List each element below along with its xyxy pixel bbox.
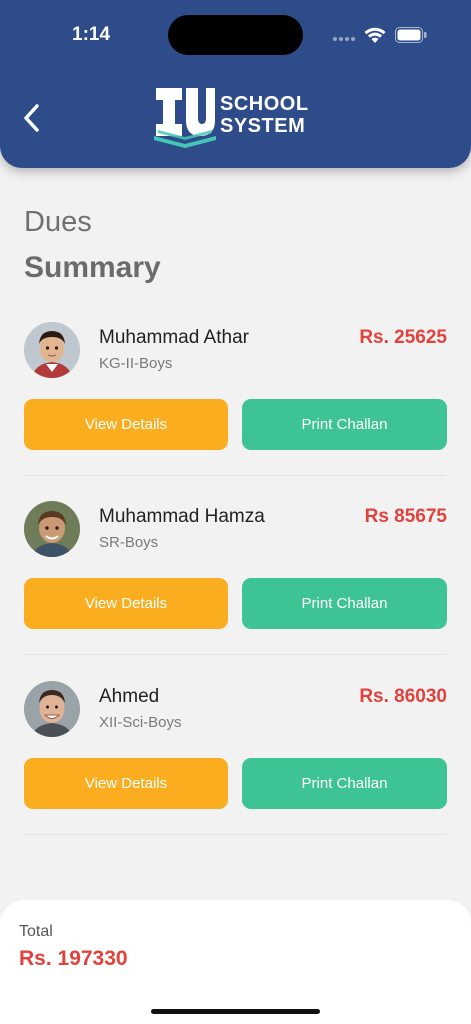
- student-class: KG-II-Boys: [99, 355, 173, 372]
- logo-wordmark: SCHOOL SYSTEM: [220, 93, 309, 137]
- student-card: Muhammad Hamza SR-Boys Rs 85675 View Det…: [24, 500, 447, 660]
- print-challan-button[interactable]: Print Challan: [242, 758, 447, 809]
- battery-icon: [395, 27, 427, 43]
- divider: [24, 475, 447, 476]
- home-indicator[interactable]: [151, 1009, 320, 1014]
- print-challan-button[interactable]: Print Challan: [242, 578, 447, 629]
- student-class: SR-Boys: [99, 534, 159, 551]
- student-avatar: [24, 681, 80, 737]
- back-arrow-icon[interactable]: [18, 100, 48, 136]
- student-name: Ahmed: [99, 686, 160, 707]
- page-title-line-2: Summary: [24, 251, 161, 284]
- student-name: Muhammad Athar: [99, 327, 249, 348]
- print-challan-button[interactable]: Print Challan: [242, 399, 447, 450]
- student-card: Ahmed XII-Sci-Boys Rs. 86030 View Detail…: [24, 680, 447, 840]
- student-name: Muhammad Hamza: [99, 506, 265, 527]
- student-class: XII-Sci-Boys: [99, 714, 182, 731]
- student-avatar: [24, 501, 80, 557]
- status-time: 1:14: [72, 24, 111, 45]
- view-details-button[interactable]: View Details: [24, 578, 228, 629]
- student-due-amount: Rs. 25625: [359, 327, 447, 348]
- total-amount: Rs. 197330: [19, 947, 128, 970]
- school-logo-icon: [154, 88, 216, 148]
- logo-line-2: SYSTEM: [220, 115, 306, 137]
- app-header: 1:14 SCHOOL SYSTEM: [0, 0, 471, 168]
- view-details-button[interactable]: View Details: [24, 399, 228, 450]
- student-card: Muhammad Athar KG-II-Boys Rs. 25625 View…: [24, 321, 447, 481]
- student-avatar: [24, 322, 80, 378]
- student-due-amount: Rs 85675: [364, 506, 447, 527]
- view-details-button[interactable]: View Details: [24, 758, 228, 809]
- divider: [24, 654, 447, 655]
- wifi-icon: [364, 27, 386, 43]
- cellular-signal-icon: [333, 37, 355, 41]
- logo-line-1: SCHOOL: [220, 93, 309, 115]
- dynamic-island: [168, 15, 303, 55]
- divider: [24, 834, 447, 835]
- total-panel: Total Rs. 197330: [0, 900, 471, 1024]
- page-title-line-1: Dues: [24, 206, 92, 238]
- total-label: Total: [19, 923, 53, 940]
- student-due-amount: Rs. 86030: [359, 686, 447, 707]
